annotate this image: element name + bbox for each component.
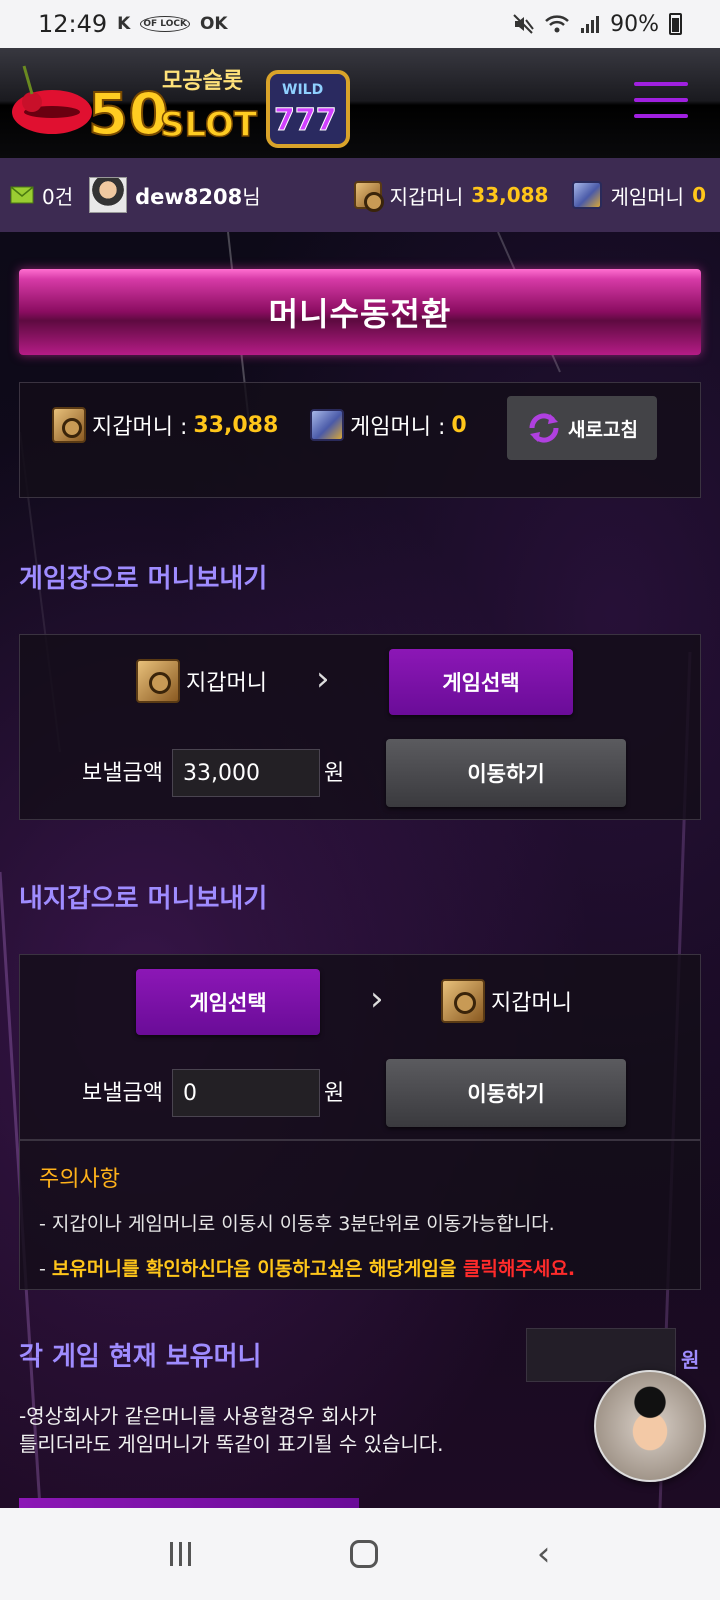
notice-highlight: 보유머니를 확인하신다음 이동하고싶은 해당게임을 [51,1258,463,1280]
game-select-label: 게임선택 [442,671,520,695]
recent-apps-icon[interactable] [169,1542,191,1566]
game-select-button[interactable]: 게임선택 [389,649,573,715]
amount-input[interactable] [172,1069,320,1117]
svg-text:모공슬롯: 모공슬롯 [162,69,243,94]
game-money-icon [310,409,344,441]
currency-label: 원 [324,761,345,786]
refresh-button[interactable]: 새로고침 [507,396,657,460]
from-wallet: 지갑머니 [136,659,267,703]
battery-percent: 90% [610,11,659,37]
game-balance: 게임머니 : 0 [310,405,467,445]
move-label: 이동하기 [467,1082,545,1106]
site-logo[interactable]: 50 SLOT 모공슬롯 WILD 777 [10,54,370,154]
svg-text:WILD: WILD [282,82,323,98]
svg-text:50: 50 [88,80,169,148]
k-icon: K [117,14,131,34]
safe-icon [52,407,86,443]
notice-line-2: - 보유머니를 확인하신다음 이동하고싶은 해당게임을 클릭해주세요. [39,1258,576,1280]
signal-icon [581,16,600,33]
holdings-description: -영상회사가 같은머니를 사용할경우 회사가 틀리더라도 게임머니가 똑같이 표… [19,1404,444,1456]
balance-panel: 지갑머니 : 33,088 게임머니 : 0 새로고침 [19,382,701,498]
back-icon[interactable]: ‹ [537,1534,551,1574]
lock-app-icon: OF LOCK [140,16,190,32]
user-info: 0건 dew8208님 [10,177,261,213]
hamburger-icon [634,82,688,86]
page-title: 머니수동전환 [19,269,701,355]
battery-icon [669,13,682,35]
wallet-balance: 지갑머니 : 33,088 [52,405,278,445]
from-wallet-label: 지갑머니 [186,671,267,696]
site-header: 50 SLOT 모공슬롯 WILD 777 [0,48,720,158]
logo-text: SLOT [160,105,258,145]
svg-text:777: 777 [274,103,337,138]
ok-icon: OK [199,14,228,34]
to-wallet-title: 내지갑으로 머니보내기 [19,884,268,914]
game-select-label: 게임선택 [189,991,267,1015]
mute-icon [513,14,534,34]
game-money-icon [572,181,603,209]
wallet-label: 지갑머니 [389,184,464,209]
to-wallet-panel: 게임선택 › 지갑머니 보낼금액 원 이동하기 [19,954,701,1140]
clock: 12:49 [38,10,108,38]
message-count[interactable]: 0건 [42,181,73,210]
wallet-balance-label: 지갑머니 : [92,415,188,440]
amount-input[interactable] [172,749,320,797]
move-to-game-button[interactable]: 이동하기 [386,739,626,807]
refresh-icon [529,413,559,443]
safe-icon [353,181,384,212]
game-balance-label: 게임머니 : [350,415,446,440]
notice-panel: 주의사항 - 지갑이나 게임머니로 이동시 이동후 3분단위로 이동가능합니다.… [19,1140,701,1290]
currency-label: 원 [324,1081,345,1106]
chevron-right-icon: › [370,979,384,1019]
amount-label: 보낼금액 [82,1081,163,1106]
avatar [89,177,128,213]
game-money-value: 0 [692,183,706,207]
username: dew8208 [135,184,243,209]
safe-icon [136,659,180,703]
wallet-balance-value: 33,088 [193,412,279,438]
chevron-right-icon: › [316,659,330,699]
wifi-icon [545,15,569,33]
envelope-icon[interactable] [10,186,34,204]
user-balances: 지갑머니 33,088 게임머니 0 [353,181,710,212]
to-game-title: 게임장으로 머니보내기 [19,564,268,594]
refresh-label: 새로고침 [568,418,638,441]
status-right: 90% [512,12,682,37]
home-icon[interactable] [349,1540,378,1568]
status-bar: 12:49 K OF LOCK OK 90% [0,0,720,48]
notice-click-text: 클릭해주세요. [462,1258,576,1280]
notice-line-1: - 지갑이나 게임머니로 이동시 이동후 3분단위로 이동가능합니다. [39,1213,555,1235]
system-nav-bar: ‹ [0,1508,720,1600]
to-wallet: 지갑머니 [441,979,572,1023]
to-game-panel: 지갑머니 › 게임선택 보낼금액 원 이동하기 [19,634,701,820]
safe-icon [441,979,485,1023]
move-label: 이동하기 [467,762,545,786]
game-money-label: 게임머니 [610,184,685,209]
amount-label: 보낼금액 [82,761,163,786]
user-bar: 0건 dew8208님 지갑머니 33,088 게임머니 0 [0,158,720,232]
status-left: 12:49 K OF LOCK OK [38,10,228,38]
honorific: 님 [242,184,261,209]
notice-title: 주의사항 [39,1167,120,1192]
holdings-currency: 원 [681,1348,700,1372]
game-select-button[interactable]: 게임선택 [136,969,320,1035]
game-balance-value: 0 [451,412,467,438]
wallet-value: 33,088 [471,183,549,207]
holdings-title: 각 게임 현재 보유머니 [19,1342,262,1372]
to-wallet-label: 지갑머니 [491,991,572,1016]
menu-button[interactable] [634,82,688,118]
floating-avatar-button[interactable] [594,1370,706,1482]
move-to-wallet-button[interactable]: 이동하기 [386,1059,626,1127]
